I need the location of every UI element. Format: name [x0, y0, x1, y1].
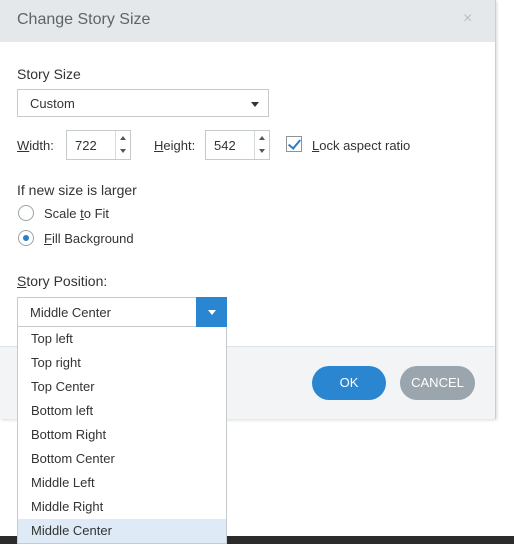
story-size-label: Story Size — [17, 66, 81, 82]
chevron-down-icon — [251, 102, 259, 107]
dropdown-option-top-left[interactable]: Top left — [18, 327, 226, 351]
dropdown-option-bottom-left[interactable]: Bottom left — [18, 399, 226, 423]
spin-down-icon[interactable] — [120, 149, 126, 153]
story-position-select[interactable]: Middle Center — [17, 297, 227, 327]
spin-up-icon[interactable] — [259, 136, 265, 140]
height-spin-buttons[interactable] — [254, 131, 269, 159]
story-position-value: Middle Center — [30, 305, 111, 320]
width-stepper[interactable]: 722 — [66, 130, 131, 160]
dropdown-toggle-button[interactable] — [196, 297, 227, 327]
dropdown-option-top-right[interactable]: Top right — [18, 351, 226, 375]
height-value: 542 — [214, 138, 236, 153]
fill-background-label[interactable]: Fill Background — [44, 231, 134, 246]
scale-to-fit-label[interactable]: Scale to Fit — [44, 206, 109, 221]
height-label: Height: — [154, 138, 196, 153]
dropdown-option-bottom-center[interactable]: Bottom Center — [18, 447, 226, 471]
height-stepper[interactable]: 542 — [205, 130, 270, 160]
close-icon[interactable]: × — [463, 10, 472, 28]
lock-aspect-ratio-checkbox[interactable] — [286, 136, 302, 152]
background-right — [496, 0, 514, 544]
dropdown-option-middle-left[interactable]: Middle Left — [18, 471, 226, 495]
dialog-titlebar: Change Story Size × — [0, 0, 495, 42]
cancel-button[interactable]: CANCEL — [400, 366, 475, 400]
scale-to-fit-radio[interactable] — [18, 205, 34, 221]
ok-button[interactable]: OK — [312, 366, 386, 400]
dropdown-option-middle-center[interactable]: Middle Center — [18, 519, 226, 543]
spin-down-icon[interactable] — [259, 149, 265, 153]
width-label: Width: — [17, 138, 54, 153]
width-value: 722 — [75, 138, 97, 153]
chevron-down-icon — [208, 310, 216, 315]
dropdown-option-top-center[interactable]: Top Center — [18, 375, 226, 399]
dropdown-option-middle-right[interactable]: Middle Right — [18, 495, 226, 519]
width-spin-buttons[interactable] — [115, 131, 130, 159]
story-size-select[interactable]: Custom — [17, 89, 269, 117]
dropdown-option-bottom-right[interactable]: Bottom Right — [18, 423, 226, 447]
spin-up-icon[interactable] — [120, 136, 126, 140]
lock-aspect-ratio-label[interactable]: Lock aspect ratio — [312, 138, 410, 153]
fill-background-radio[interactable] — [18, 230, 34, 246]
story-position-dropdown-list: Top left Top right Top Center Bottom lef… — [17, 327, 227, 544]
radio-selected-dot — [23, 235, 29, 241]
if-larger-label: If new size is larger — [17, 182, 137, 198]
checkmark-icon — [287, 136, 302, 150]
dialog-title: Change Story Size — [17, 11, 151, 28]
story-position-label: Story Position: — [17, 273, 108, 289]
story-size-value: Custom — [30, 96, 75, 111]
